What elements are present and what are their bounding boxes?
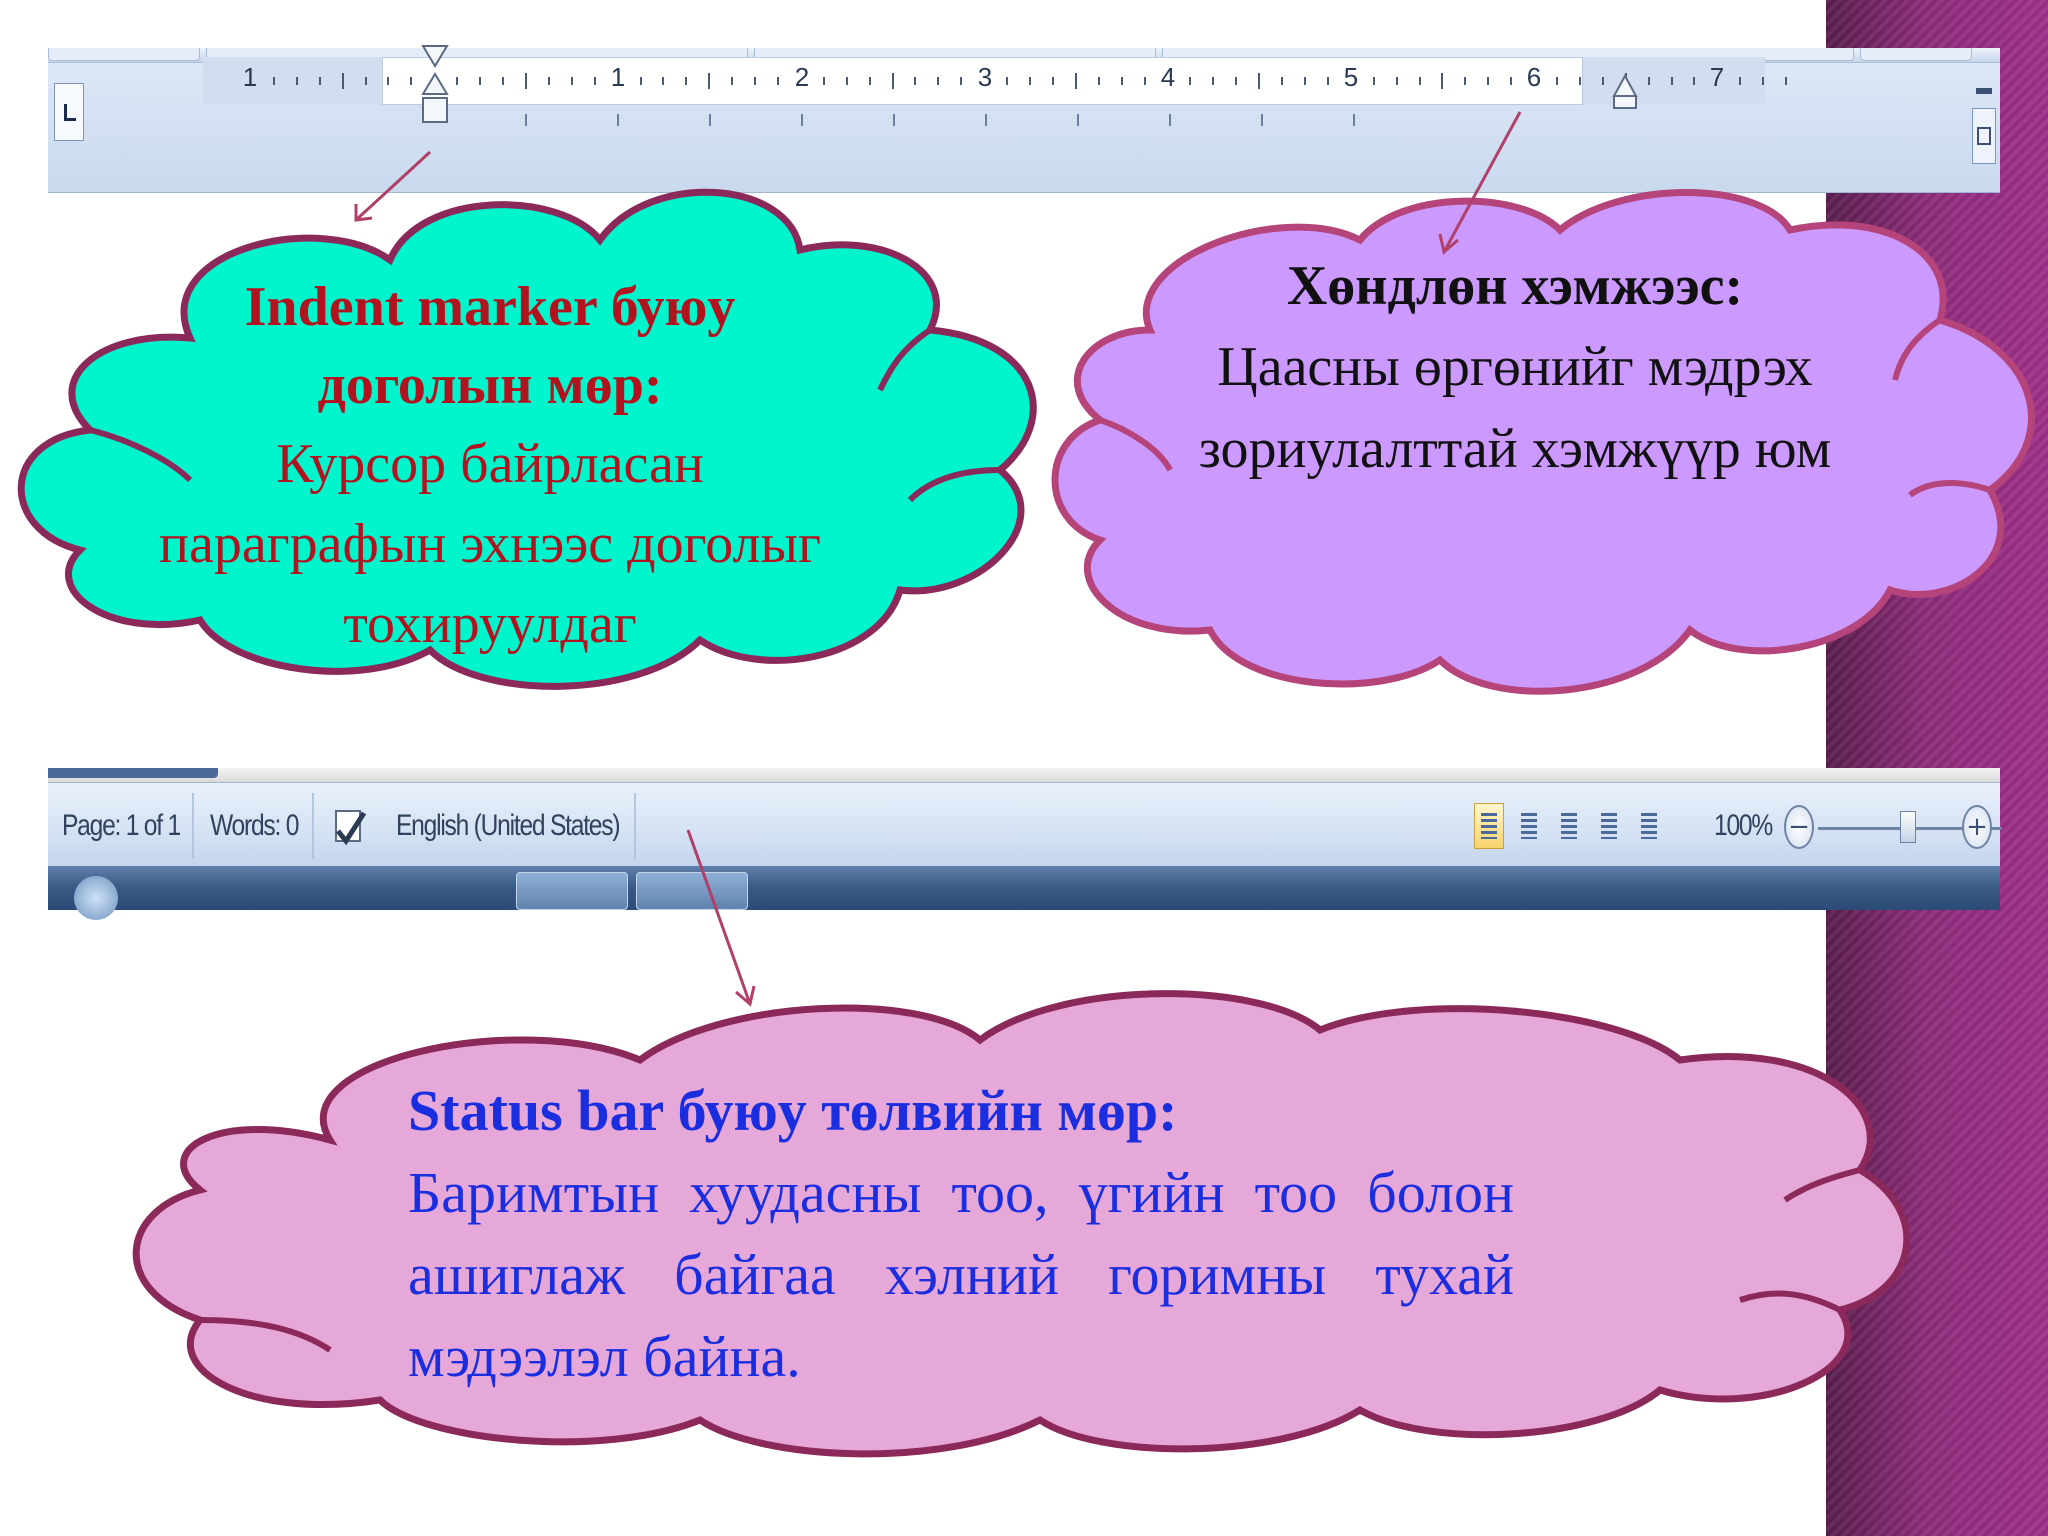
callout-ruler-heading: Хөндлөн хэмжээс: (1286, 255, 1744, 317)
callout-ruler: Хөндлөн хэмжээс: Цаасны өргөнийг мэдрэх … (1160, 246, 1870, 490)
callout-indent-heading: Indent marker буюу доголын мөр: (244, 276, 736, 416)
callout-status-body: Баримтын хуудасны тоо, үгийн тоо болон а… (408, 1160, 1514, 1389)
callout-status: Status bar буюу төлвийн мөр: Баримтын ху… (408, 1070, 1514, 1398)
callout-indent-body: Курсор байрласан параграфын эхнээс догол… (159, 433, 821, 655)
callout-ruler-body: Цаасны өргөнийг мэдрэх зориулалттай хэмж… (1198, 336, 1832, 480)
callout-status-heading: Status bar буюу төлвийн мөр: (408, 1078, 1178, 1143)
callout-indent: Indent marker буюу доголын мөр: Курсор б… (140, 268, 840, 664)
